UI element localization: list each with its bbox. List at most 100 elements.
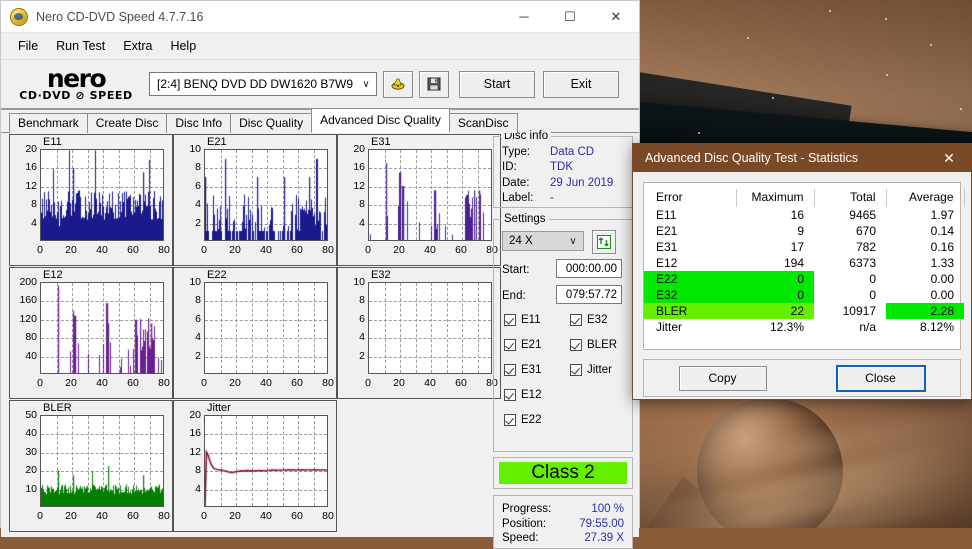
x-axis-tick: 0 (201, 244, 207, 256)
y-axis-tick: 20 (25, 143, 37, 155)
plot-area (40, 149, 164, 241)
start-time-label: Start: (502, 264, 530, 276)
checkbox-jitter[interactable]: Jitter (570, 364, 612, 376)
y-axis-tick: 12 (353, 180, 365, 192)
start-time-field[interactable]: 000:00.00 (556, 259, 622, 278)
close-dialog-button[interactable]: Close (835, 364, 926, 392)
checkbox-e21[interactable]: E21 (504, 339, 541, 351)
chart-title: E12 (43, 269, 63, 281)
table-cell: E22 (644, 271, 736, 287)
x-axis-tick: 0 (201, 377, 207, 389)
table-cell: Jitter (656, 320, 683, 334)
eject-disc-button[interactable] (383, 70, 413, 98)
x-axis-tick: 20 (65, 244, 77, 256)
checkbox-bler[interactable]: BLER (570, 339, 617, 351)
end-time-field[interactable]: 079:57.72 (556, 285, 622, 304)
table-row[interactable]: BLER 22 10917 2.28 (644, 303, 972, 319)
statistics-dialog: Advanced Disc Quality Test - Statistics … (632, 143, 972, 400)
tab-advanced-disc-quality[interactable]: Advanced Disc Quality (311, 108, 450, 133)
status-value-position: 79:55.00 (579, 518, 624, 530)
checkbox-e31[interactable]: E31 (504, 364, 541, 376)
exit-button[interactable]: Exit (543, 70, 619, 98)
tab-create-disc[interactable]: Create Disc (86, 113, 168, 133)
table-cell: 1.33 (930, 256, 954, 270)
plot-area (204, 415, 328, 507)
minimize-button[interactable]: ─ (501, 1, 547, 32)
speed-select-value: 24 X (509, 235, 533, 247)
x-axis-tick: 20 (393, 377, 405, 389)
table-cell: 782 (855, 240, 876, 254)
chart-title: E22 (207, 269, 227, 281)
save-button[interactable] (419, 70, 449, 98)
menu-file[interactable]: File (9, 36, 47, 56)
wallpaper-star (930, 44, 932, 46)
start-button[interactable]: Start (459, 70, 535, 98)
menu-extra[interactable]: Extra (114, 36, 161, 56)
table-row[interactable]: E21 9 670 0.14 (644, 223, 972, 239)
y-axis-tick: 8 (359, 294, 365, 306)
column-header-spacer (964, 189, 972, 207)
drive-select[interactable]: [2:4] BENQ DVD DD DW1620 B7W9 ∨ (149, 72, 377, 96)
maximize-button[interactable]: ☐ (547, 1, 593, 32)
chevron-down-icon: ∨ (569, 235, 577, 247)
nero-main-window: Nero CD-DVD Speed 4.7.7.16 ─ ☐ ✕ File Ru… (0, 0, 640, 549)
table-row[interactable]: E11 16 9465 1.97 (644, 207, 972, 223)
y-axis-tick: 4 (195, 483, 201, 495)
table-cell: n/a (859, 320, 876, 334)
x-axis-tick: 0 (37, 377, 43, 389)
checkbox-e32[interactable]: E32 (570, 314, 607, 326)
table-cell (964, 239, 972, 255)
x-axis-tick: 40 (96, 377, 108, 389)
status-key-position: Position: (502, 518, 547, 530)
dialog-body: Error Maximum Total Average E11 16 9465 1.9… (633, 172, 971, 407)
speed-select[interactable]: 24 X ∨ (502, 231, 584, 251)
checkbox-e12[interactable]: E12 (504, 389, 541, 401)
x-axis-tick: 80 (322, 510, 334, 522)
y-axis-tick: 200 (19, 276, 37, 288)
chart-bler: BLER 10 20 30 40 50 0 20 40 60 80 (9, 400, 173, 532)
tab-scandisc[interactable]: ScanDisc (448, 113, 518, 133)
table-cell: 12.3% (769, 320, 804, 334)
window-titlebar: Nero CD-DVD Speed 4.7.7.16 ─ ☐ ✕ (1, 1, 639, 33)
column-header-total[interactable]: Total (814, 189, 887, 207)
chart-e12: E12 40 80 120 160 200 0 20 40 60 80 (9, 267, 173, 399)
table-row[interactable]: E12 194 6373 1.33 (644, 255, 972, 271)
refresh-speed-button[interactable] (592, 230, 616, 254)
checkbox-label: E21 (521, 339, 542, 351)
x-axis-tick: 60 (291, 510, 303, 522)
checkbox-e11[interactable]: E11 (504, 314, 541, 326)
advanced-disc-quality-panel: E11 4 8 12 16 20 0 20 40 60 80 E21 2 4 6 8 10 0 20 40 60 80 E3… (1, 130, 639, 549)
checkbox-e22[interactable]: E22 (504, 414, 541, 426)
table-row[interactable]: Jitter 12.3% n/a 8.12% (644, 319, 972, 335)
column-header-average[interactable]: Average (886, 189, 965, 207)
tab-benchmark[interactable]: Benchmark (9, 113, 88, 133)
copy-button[interactable]: Copy (678, 365, 767, 391)
table-row[interactable]: E31 17 782 0.16 (644, 239, 972, 255)
column-header-error[interactable]: Error (644, 189, 737, 207)
y-axis-tick: 2 (359, 350, 365, 362)
disc-info-value-id: TDK (550, 161, 573, 173)
column-header-maximum[interactable]: Maximum (736, 189, 815, 207)
disc-info-key-label: Label: (502, 192, 534, 204)
statistics-table-wrapper: Error Maximum Total Average E11 16 9465 1.9… (643, 182, 965, 350)
x-axis-tick: 60 (127, 377, 139, 389)
dialog-close-button[interactable]: ✕ (927, 144, 971, 172)
plot-area (204, 282, 328, 374)
menu-run-test[interactable]: Run Test (47, 36, 114, 56)
tab-disc-quality[interactable]: Disc Quality (230, 113, 313, 133)
tab-disc-info[interactable]: Disc Info (166, 113, 232, 133)
table-cell: 8.12% (919, 320, 954, 334)
chart-title: E32 (371, 269, 391, 281)
table-row[interactable]: E22 0 0 0.00 (644, 271, 972, 287)
chart-title: E11 (43, 136, 62, 148)
menu-help[interactable]: Help (161, 36, 205, 56)
chart-e32: E32 2 4 6 8 10 0 20 40 60 80 (337, 267, 501, 399)
table-cell: 1.97 (930, 208, 954, 222)
checkbox-label: E11 (521, 314, 541, 326)
table-row[interactable]: E32 0 0 0.00 (644, 287, 972, 303)
y-axis-tick: 16 (353, 161, 365, 173)
y-axis-tick: 30 (25, 446, 37, 458)
table-cell: 22 (736, 303, 814, 319)
plot-area (40, 282, 164, 374)
close-button[interactable]: ✕ (593, 1, 639, 32)
